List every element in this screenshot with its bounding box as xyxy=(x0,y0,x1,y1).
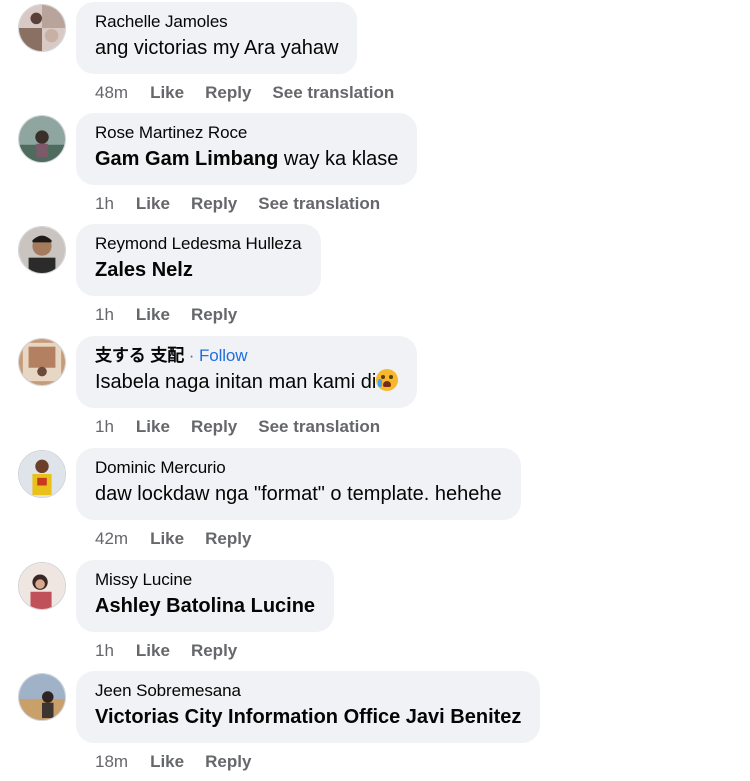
reply-button[interactable]: Reply xyxy=(205,752,251,771)
reply-button[interactable]: Reply xyxy=(191,417,237,436)
comment-item: Rachelle Jamoles ang victorias my Ara ya… xyxy=(0,2,750,112)
comment-author[interactable]: Rose Martinez Roce xyxy=(95,122,398,144)
comment-author[interactable]: Jeen Sobremesana xyxy=(95,680,521,702)
like-button[interactable]: Like xyxy=(136,417,170,436)
avatar[interactable] xyxy=(18,450,66,498)
comment-item: Missy Lucine Ashley Batolina Lucine 1h Li… xyxy=(0,560,750,670)
comment-timestamp[interactable]: 1h xyxy=(95,305,114,324)
comment-text: Ashley Batolina Lucine xyxy=(95,591,315,621)
like-button[interactable]: Like xyxy=(150,529,184,548)
comment-author-line: 支する 支配 · Follow xyxy=(95,345,398,367)
comment-author[interactable]: 支する 支配 xyxy=(95,346,184,365)
avatar[interactable] xyxy=(18,226,66,274)
avatar[interactable] xyxy=(18,673,66,721)
tagged-user-link[interactable]: Gam Gam Limbang xyxy=(95,148,278,170)
comment-actions: 42m Like Reply xyxy=(95,528,272,550)
comment-item: Reymond Ledesma Hulleza Zales Nelz 1h Lik… xyxy=(0,224,750,334)
like-button[interactable]: Like xyxy=(150,83,184,102)
profile-photo-icon xyxy=(19,339,65,385)
comment-actions: 1h Like Reply xyxy=(95,304,258,326)
comment-author[interactable]: Rachelle Jamoles xyxy=(95,11,338,33)
like-button[interactable]: Like xyxy=(136,305,170,324)
separator-dot: · xyxy=(184,346,199,365)
reply-button[interactable]: Reply xyxy=(191,305,237,324)
comment-author[interactable]: Dominic Mercurio xyxy=(95,457,502,479)
profile-photo-icon xyxy=(19,674,65,720)
avatar[interactable] xyxy=(18,4,66,52)
comment-timestamp[interactable]: 1h xyxy=(95,417,114,436)
like-button[interactable]: Like xyxy=(136,194,170,213)
comment-bubble: Rachelle Jamoles ang victorias my Ara ya… xyxy=(76,2,358,74)
profile-photo-icon xyxy=(19,563,65,609)
comment-text: ang victorias my Ara yahaw xyxy=(95,37,339,59)
comment-item: Jeen Sobremesana Victorias City Informat… xyxy=(0,671,750,781)
comment-text: Gam Gam Limbang way ka klase xyxy=(95,144,398,174)
comment-text: Victorias City Information Office Javi B… xyxy=(95,702,521,732)
comment-text: Zales Nelz xyxy=(95,255,302,285)
tagged-user-link[interactable]: Victorias City Information Office Javi B… xyxy=(95,706,521,728)
comment-item: Rose Martinez Roce Gam Gam Limbang way k… xyxy=(0,113,750,223)
comment-text: Isabela naga initan man kami di xyxy=(95,367,399,397)
comment-text: daw lockdaw nga "format" o template. heh… xyxy=(95,483,502,505)
like-button[interactable]: Like xyxy=(150,752,184,771)
comment-actions: 48m Like Reply See translation xyxy=(95,82,415,104)
comment-timestamp[interactable]: 18m xyxy=(95,752,128,771)
profile-photo-icon xyxy=(19,5,65,51)
reply-button[interactable]: Reply xyxy=(205,83,251,102)
comment-actions: 1h Like Reply See translation xyxy=(95,193,401,215)
avatar[interactable] xyxy=(18,338,66,386)
reply-button[interactable]: Reply xyxy=(205,529,251,548)
comment-timestamp[interactable]: 42m xyxy=(95,529,128,548)
comment-bubble: Jeen Sobremesana Victorias City Informat… xyxy=(76,671,541,743)
crying-face-emoji-icon xyxy=(376,369,399,391)
follow-button[interactable]: Follow xyxy=(199,346,248,365)
comment-bubble: Reymond Ledesma Hulleza Zales Nelz xyxy=(76,224,321,296)
comment-item: Dominic Mercurio daw lockdaw nga "format… xyxy=(0,448,750,558)
reply-button[interactable]: Reply xyxy=(191,641,237,660)
comment-bubble: 支する 支配 · Follow Isabela naga initan man … xyxy=(76,336,418,408)
comment-item: 支する 支配 · Follow Isabela naga initan man … xyxy=(0,336,750,446)
comment-actions: 1h Like Reply xyxy=(95,640,258,662)
avatar[interactable] xyxy=(18,115,66,163)
comment-bubble: Dominic Mercurio daw lockdaw nga "format… xyxy=(76,448,521,520)
comment-actions: 1h Like Reply See translation xyxy=(95,416,401,438)
profile-photo-icon xyxy=(19,451,65,497)
comment-author[interactable]: Missy Lucine xyxy=(95,569,315,591)
comment-author[interactable]: Reymond Ledesma Hulleza xyxy=(95,233,302,255)
see-translation-button[interactable]: See translation xyxy=(258,417,380,436)
profile-photo-icon xyxy=(19,227,65,273)
tagged-user-link[interactable]: Ashley Batolina Lucine xyxy=(95,595,315,617)
comment-timestamp[interactable]: 48m xyxy=(95,83,128,102)
tagged-user-link[interactable]: Zales Nelz xyxy=(95,259,193,281)
see-translation-button[interactable]: See translation xyxy=(258,194,380,213)
comment-text-rest: way ka klase xyxy=(278,148,399,170)
reply-button[interactable]: Reply xyxy=(191,194,237,213)
profile-photo-icon xyxy=(19,116,65,162)
comment-timestamp[interactable]: 1h xyxy=(95,641,114,660)
comment-bubble: Missy Lucine Ashley Batolina Lucine xyxy=(76,560,335,632)
comment-timestamp[interactable]: 1h xyxy=(95,194,114,213)
comment-text-body: Isabela naga initan man kami di xyxy=(95,371,377,393)
like-button[interactable]: Like xyxy=(136,641,170,660)
comment-bubble: Rose Martinez Roce Gam Gam Limbang way k… xyxy=(76,113,418,185)
see-translation-button[interactable]: See translation xyxy=(272,83,394,102)
avatar[interactable] xyxy=(18,562,66,610)
